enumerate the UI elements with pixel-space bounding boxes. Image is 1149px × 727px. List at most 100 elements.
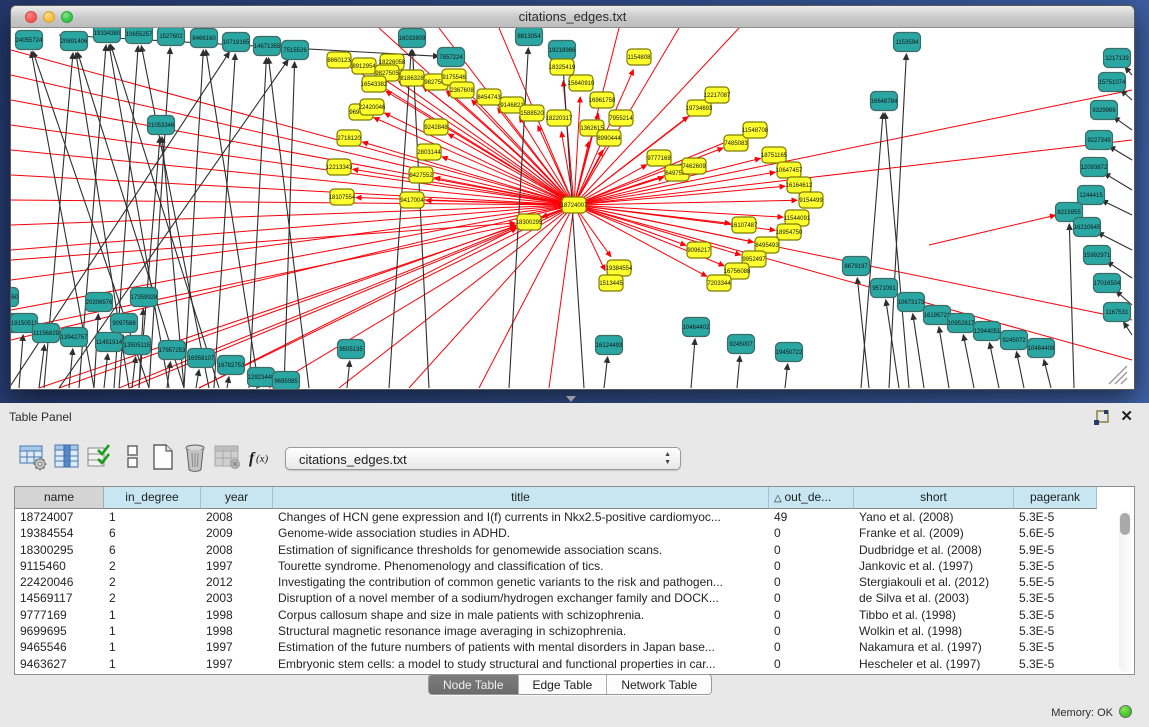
table-cell[interactable]: 9463627 [15, 656, 104, 672]
table-cell[interactable]: Embryonic stem cells: a model to study s… [273, 656, 769, 672]
network-node[interactable]: 7515526 [282, 41, 309, 60]
table-cell[interactable]: 22420046 [15, 574, 104, 590]
network-node[interactable]: 12923448 [248, 368, 276, 387]
network-node[interactable]: 18954750 [776, 224, 803, 240]
network-node[interactable]: 11451914 [96, 333, 123, 352]
network-node[interactable]: 16543382 [361, 76, 388, 92]
edge[interactable] [785, 364, 788, 388]
column-header-year[interactable]: year [201, 487, 273, 509]
edge[interactable] [214, 54, 235, 388]
table-cell[interactable]: 5.3E-5 [1014, 656, 1097, 672]
edge[interactable] [268, 58, 309, 388]
edge[interactable] [119, 227, 516, 388]
network-node[interactable]: 19450722 [776, 343, 804, 362]
network-node[interactable]: 16648784 [871, 92, 899, 111]
network-node[interactable]: 2367608 [450, 82, 474, 98]
table-cell[interactable]: 1 [104, 656, 201, 672]
edge[interactable] [11, 223, 515, 260]
network-node[interactable]: 12093872 [1081, 158, 1109, 177]
float-window-icon[interactable] [1093, 410, 1109, 426]
table-cell[interactable]: 1 [104, 509, 201, 525]
edge[interactable] [1114, 117, 1132, 130]
network-node[interactable]: 11156829 [33, 324, 60, 343]
table-cell[interactable]: 2009 [201, 525, 273, 541]
table-cell[interactable]: 0 [769, 590, 854, 606]
edge[interactable] [929, 215, 1055, 245]
network-node-hub[interactable]: 18724007 [561, 197, 588, 213]
memory-ok-indicator[interactable] [1119, 705, 1132, 718]
network-node[interactable]: 9096217 [687, 242, 711, 258]
edge[interactable] [1102, 200, 1132, 215]
network-node[interactable]: 8679197 [843, 257, 870, 276]
edge[interactable] [939, 327, 949, 388]
table-cell[interactable]: Estimation of significance thresholds fo… [273, 542, 769, 558]
network-node[interactable]: 17359928 [131, 288, 159, 307]
table-cell[interactable]: 0 [769, 574, 854, 590]
table-cell[interactable]: Genome-wide association studies in ADHD. [273, 525, 769, 541]
table-row[interactable]: 1830029562008Estimation of significance … [15, 542, 1097, 558]
network-node[interactable]: 15992971 [1084, 246, 1112, 265]
edge[interactable] [989, 343, 999, 388]
table-cell[interactable]: 5.9E-5 [1014, 542, 1097, 558]
network-node[interactable]: 10464402 [683, 318, 711, 337]
network-node[interactable]: 7203344 [707, 275, 731, 291]
tab-network-table[interactable]: Network Table [607, 675, 711, 695]
edge[interactable] [963, 335, 974, 388]
network-node[interactable]: 16033809 [399, 29, 427, 48]
table-row[interactable]: 969969511998Structural magnetic resonanc… [15, 623, 1097, 639]
table-cell[interactable]: 0 [769, 623, 854, 639]
table-cell[interactable]: Dudbridge et al. (2008) [854, 542, 1014, 558]
table-cell[interactable]: Estimation of the future numbers of pati… [273, 639, 769, 655]
table-cell[interactable]: 9777169 [15, 607, 104, 623]
table-cell[interactable]: 0 [769, 542, 854, 558]
network-node[interactable]: 8912954 [352, 58, 376, 74]
network-node[interactable]: 1244415 [1078, 186, 1105, 205]
network-node[interactable]: 13505115 [124, 336, 151, 355]
splitter-handle[interactable] [566, 396, 576, 402]
table-cell[interactable]: 2012 [201, 574, 273, 590]
network-node[interactable]: 18751165 [761, 147, 788, 163]
table-cell[interactable]: 0 [769, 639, 854, 655]
column-header-name[interactable]: name [15, 487, 104, 509]
edge[interactable] [574, 90, 1132, 205]
table-row[interactable]: 1938455462009Genome-wide association stu… [15, 525, 1097, 541]
tab-node-table[interactable]: Node Table [429, 675, 519, 695]
table-cell[interactable]: 1 [104, 607, 201, 623]
edge[interactable] [347, 361, 350, 388]
edge[interactable] [11, 205, 574, 225]
network-node[interactable]: 1167531 [1104, 303, 1131, 322]
network-node[interactable]: 16958107 [188, 349, 216, 368]
edge[interactable] [574, 205, 707, 276]
edge[interactable] [574, 104, 706, 205]
network-node[interactable]: 9245072 [1001, 331, 1028, 350]
table-cell[interactable]: 5.3E-5 [1014, 509, 1097, 525]
table-cell[interactable]: 0 [769, 558, 854, 574]
table-row[interactable]: 946362711997Embryonic stem cells: a mode… [15, 656, 1097, 672]
network-node[interactable]: 10655257 [126, 28, 154, 44]
network-node[interactable]: 18107554 [329, 189, 356, 205]
table-cell[interactable]: 5.3E-5 [1014, 639, 1097, 655]
network-node[interactable]: 11548708 [742, 122, 769, 138]
window-resize-grip[interactable] [1109, 366, 1127, 384]
table-cell[interactable]: 1998 [201, 623, 273, 639]
network-node[interactable]: 24055724 [16, 31, 44, 50]
network-canvas[interactable]: 2405572420691406193343801065525715276028… [11, 28, 1134, 389]
edge[interactable] [913, 314, 924, 388]
table-cell[interactable]: 0 [769, 525, 854, 541]
table-cell[interactable]: 1997 [201, 656, 273, 672]
table-cell[interactable]: Structural magnetic resonance image aver… [273, 623, 769, 639]
network-node[interactable]: 19334380 [94, 28, 122, 43]
edge[interactable] [11, 205, 574, 280]
network-node[interactable]: 8454743 [477, 89, 501, 105]
edge[interactable] [249, 58, 266, 388]
network-node[interactable]: 20206576 [86, 293, 114, 312]
column-header-in_degree[interactable]: in_degree [104, 487, 201, 509]
table-cell[interactable]: 18300295 [15, 542, 104, 558]
network-node[interactable]: 7462609 [682, 158, 706, 174]
network-node[interactable]: 1588520 [520, 105, 544, 121]
network-node[interactable]: 17016504 [1094, 274, 1122, 293]
network-node[interactable]: 2718120 [337, 130, 361, 146]
table-cell[interactable]: 0 [769, 656, 854, 672]
edge[interactable] [1125, 67, 1132, 75]
table-cell[interactable]: 1997 [201, 558, 273, 574]
